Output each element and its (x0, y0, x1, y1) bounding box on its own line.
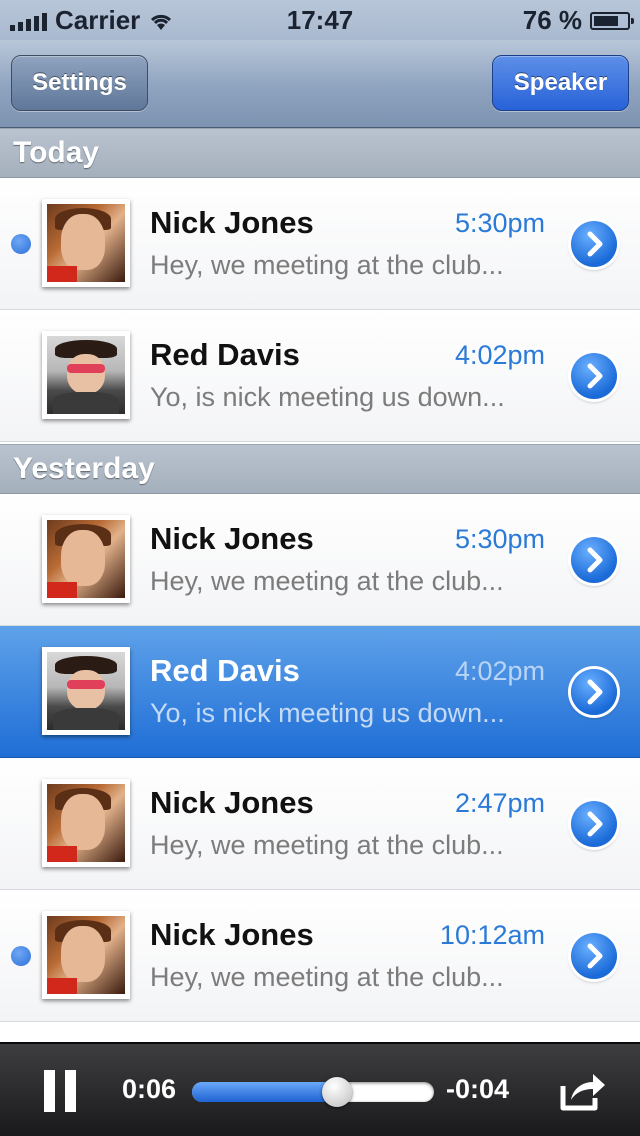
unread-dot (11, 946, 31, 966)
avatar (42, 647, 130, 735)
message-time: 4:02pm (454, 340, 545, 370)
avatar (42, 911, 130, 999)
battery-percent: 76 % (522, 5, 582, 35)
message-preview: Hey, we meeting at the club... (150, 250, 504, 280)
progress-fill (192, 1082, 338, 1102)
chevron-right-icon[interactable] (571, 669, 617, 715)
message-preview: Hey, we meeting at the club... (150, 566, 504, 596)
chevron-right-icon[interactable] (571, 933, 617, 979)
message-time: 2:47pm (454, 788, 545, 818)
audio-player-bar: 0:06 -0:04 (0, 1042, 640, 1136)
slider-thumb[interactable] (322, 1077, 353, 1107)
message-row[interactable]: Nick Jones 5:30pm Hey, we meeting at the… (0, 178, 640, 310)
section-header-yesterday: Yesterday (0, 444, 640, 494)
contact-name: Nick Jones (150, 205, 314, 240)
elapsed-time: 0:06 (122, 1074, 177, 1104)
battery-group: 76 % (522, 5, 634, 36)
message-row[interactable]: Nick Jones 5:30pm Hey, we meeting at the… (0, 494, 640, 626)
speaker-button[interactable]: Speaker (492, 55, 629, 111)
chevron-right-icon[interactable] (571, 353, 617, 399)
message-row[interactable]: Nick Jones 2:47pm Hey, we meeting at the… (0, 758, 640, 890)
message-preview: Hey, we meeting at the club... (150, 830, 504, 860)
message-time: 5:30pm (454, 524, 545, 554)
chevron-right-icon[interactable] (571, 221, 617, 267)
chevron-right-icon[interactable] (571, 801, 617, 847)
message-time: 5:30pm (454, 208, 545, 238)
progress-slider[interactable] (192, 1077, 434, 1107)
message-preview: Yo, is nick meeting us down... (150, 382, 505, 412)
avatar (42, 199, 130, 287)
unread-dot (11, 234, 31, 254)
avatar (42, 331, 130, 419)
chevron-right-icon[interactable] (571, 537, 617, 583)
message-row[interactable]: Red Davis 4:02pm Yo, is nick meeting us … (0, 626, 640, 758)
message-time: 10:12am (439, 920, 545, 950)
battery-icon (590, 11, 634, 30)
status-bar: Carrier 17:47 76 % (0, 0, 640, 40)
message-preview: Yo, is nick meeting us down... (150, 698, 505, 728)
settings-button[interactable]: Settings (11, 55, 148, 111)
contact-name: Red Davis (150, 337, 300, 372)
contact-name: Nick Jones (150, 917, 314, 952)
navigation-bar: Settings Speaker (0, 40, 640, 128)
avatar (42, 779, 130, 867)
remaining-time: -0:04 (446, 1074, 510, 1104)
contact-name: Nick Jones (150, 785, 314, 820)
message-row[interactable]: Nick Jones 10:12am Hey, we meeting at th… (0, 890, 640, 1022)
section-header-today: Today (0, 128, 640, 178)
message-time: 4:02pm (454, 656, 545, 686)
contact-name: Nick Jones (150, 521, 314, 556)
pause-icon[interactable] (44, 1070, 76, 1112)
message-row[interactable]: Red Davis 4:02pm Yo, is nick meeting us … (0, 310, 640, 442)
contact-name: Red Davis (150, 653, 300, 688)
share-icon[interactable] (557, 1068, 609, 1114)
avatar (42, 515, 130, 603)
message-preview: Hey, we meeting at the club... (150, 962, 504, 992)
